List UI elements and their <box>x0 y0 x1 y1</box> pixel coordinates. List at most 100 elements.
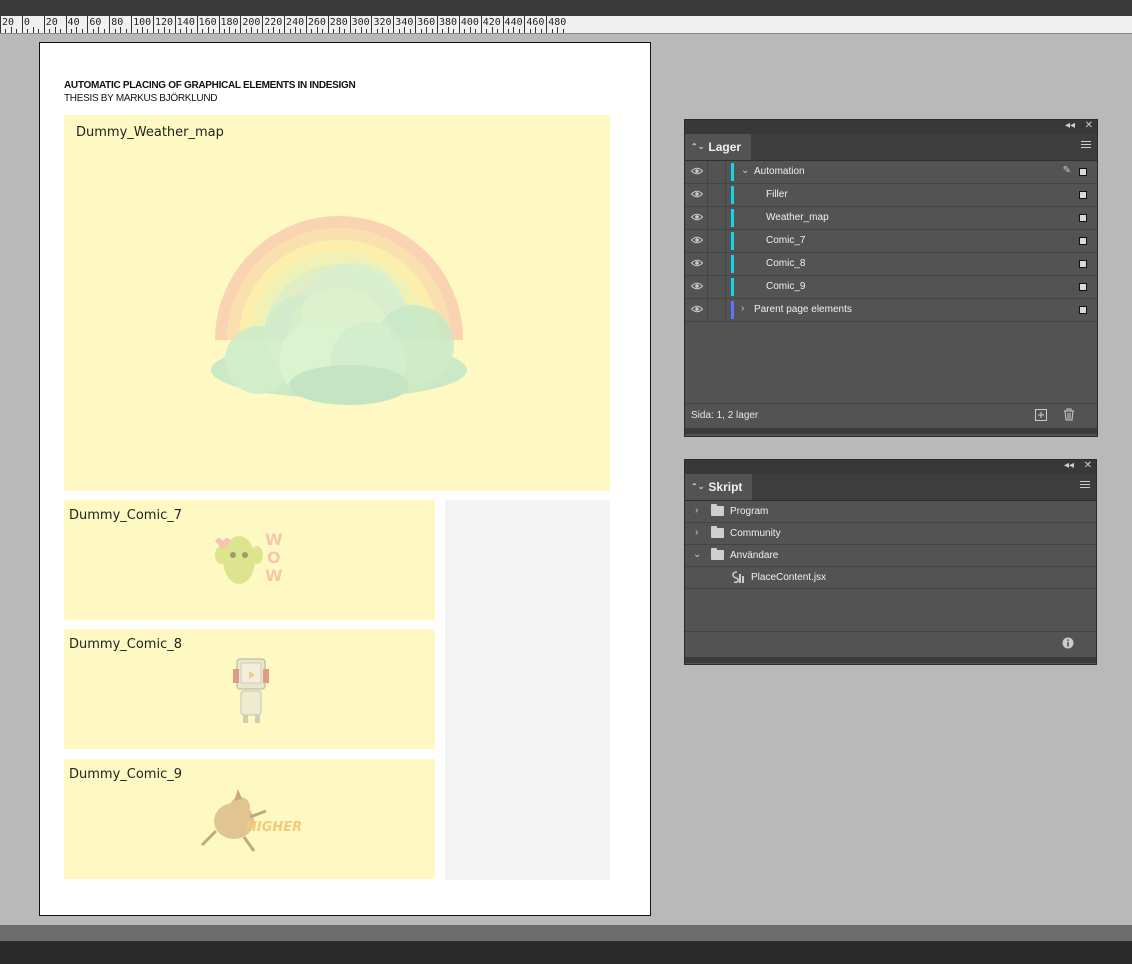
ruler-major-tick <box>502 16 504 33</box>
layer-row[interactable]: Filler <box>685 184 1097 207</box>
expand-arrows-icon: ⌃⌄ <box>691 142 705 151</box>
chevron-right-icon[interactable]: › <box>695 527 698 538</box>
ruler-minor-tick <box>431 29 433 33</box>
ruler-minor-tick <box>540 29 542 33</box>
ruler-minor-tick <box>207 27 209 33</box>
eye-icon[interactable] <box>691 282 703 290</box>
eye-icon[interactable] <box>691 190 703 198</box>
horizontal-scrollbar[interactable] <box>0 925 1132 941</box>
column-divider <box>725 207 726 229</box>
ruler-minor-tick <box>267 29 269 33</box>
ruler-minor-tick <box>382 27 384 33</box>
selection-square-icon[interactable] <box>1079 283 1087 291</box>
panel-titlebar[interactable]: ◂◂ ✕ <box>685 120 1097 134</box>
ruler-minor-tick <box>32 27 34 33</box>
ruler-major-tick <box>0 16 1 33</box>
eye-icon[interactable] <box>691 305 703 313</box>
resize-grip[interactable] <box>685 657 1096 663</box>
horizontal-ruler[interactable]: 20 0 20 40 60 80 100 120 140 160 180 200 220 240 260 28… <box>0 0 1132 34</box>
ruler-minor-tick <box>60 29 62 33</box>
script-folder-program[interactable]: › Program <box>685 501 1096 523</box>
selection-square-icon[interactable] <box>1079 214 1087 222</box>
ruler-minor-tick <box>491 27 493 33</box>
ruler-major-tick <box>262 16 264 33</box>
ruler-major-tick <box>327 16 329 33</box>
ruler-minor-tick <box>409 29 411 33</box>
eye-icon[interactable] <box>691 213 703 221</box>
ruler-label: 80 <box>111 17 124 28</box>
scripts-panel[interactable]: ◂◂ ✕ ⌃⌄ Skript › Program › Community ⌄ A… <box>684 459 1097 665</box>
layer-color-swatch <box>731 186 734 204</box>
ruler-minor-tick <box>322 29 324 33</box>
trash-icon[interactable] <box>1063 408 1075 421</box>
ruler-minor-tick <box>103 29 105 33</box>
document-page[interactable]: AUTOMATIC PLACING OF GRAPHICAL ELEMENTS … <box>39 42 651 916</box>
comic-9-frame[interactable]: Dummy_Comic_9 HIGHER <box>64 759 435 879</box>
panel-titlebar[interactable]: ◂◂ ✕ <box>685 460 1096 474</box>
collapse-icon[interactable]: ◂◂ <box>1065 120 1075 131</box>
column-divider <box>725 253 726 275</box>
ruler-minor-tick <box>387 29 389 33</box>
ruler-minor-tick <box>98 27 100 33</box>
folder-label: Program <box>730 506 769 517</box>
ruler-minor-tick <box>27 29 29 33</box>
layer-row[interactable]: Weather_map <box>685 207 1097 230</box>
layer-name: Comic_8 <box>766 258 806 269</box>
close-icon[interactable]: ✕ <box>1084 460 1092 471</box>
ruler-strip[interactable]: 20 0 20 40 60 80 100 120 140 160 180 200 220 240 260 28… <box>0 16 1132 34</box>
ruler-minor-tick <box>513 27 515 33</box>
layer-row[interactable]: ⌄ Automation ✎ <box>685 161 1097 184</box>
script-file-icon <box>732 571 744 584</box>
panel-menu-icon[interactable] <box>1080 481 1090 491</box>
selection-square-icon[interactable] <box>1079 260 1087 268</box>
layers-panel[interactable]: ◂◂ ✕ ⌃⌄ Lager ⌄ Automation ✎ Filler Weather_… <box>684 119 1098 437</box>
layer-row[interactable]: Comic_8 <box>685 253 1097 276</box>
new-layer-icon[interactable] <box>1035 409 1047 421</box>
ruler-minor-tick <box>278 29 280 33</box>
ruler-minor-tick <box>333 29 335 33</box>
selection-square-icon[interactable] <box>1079 306 1087 314</box>
layers-list: ⌄ Automation ✎ Filler Weather_map Comic_7 Comi… <box>685 161 1097 322</box>
chevron-right-icon[interactable]: › <box>741 303 744 314</box>
expand-arrows-icon: ⌃⌄ <box>691 482 705 491</box>
ruler-minor-tick <box>508 29 509 33</box>
ruler-minor-tick <box>169 29 171 33</box>
ruler-major-tick <box>305 16 307 33</box>
collapse-icon[interactable]: ◂◂ <box>1064 460 1074 471</box>
chevron-down-icon[interactable]: ⌄ <box>741 165 749 176</box>
column-divider <box>725 161 726 183</box>
close-icon[interactable]: ✕ <box>1085 120 1093 131</box>
weather-map-frame[interactable]: Dummy_Weather_map <box>64 115 610 491</box>
selection-square-icon[interactable] <box>1079 168 1087 176</box>
info-icon[interactable] <box>1062 637 1074 649</box>
layer-name: Automation <box>754 166 805 177</box>
column-divider <box>707 161 708 183</box>
jumping-character-graphic: HIGHER <box>200 789 302 852</box>
chevron-right-icon[interactable]: › <box>695 505 698 516</box>
layer-row[interactable]: Comic_7 <box>685 230 1097 253</box>
eye-icon[interactable] <box>691 236 703 244</box>
tab-lager[interactable]: ⌃⌄ Lager <box>685 134 752 160</box>
resize-grip[interactable] <box>685 428 1097 434</box>
eye-icon[interactable] <box>691 167 703 175</box>
tab-skript[interactable]: ⌃⌄ Skript <box>685 474 753 500</box>
chevron-down-icon[interactable]: ⌄ <box>693 549 701 560</box>
filler-frame[interactable] <box>445 500 610 880</box>
script-folder-anvandare[interactable]: ⌄ Användare <box>685 545 1096 567</box>
ruler-minor-tick <box>289 29 291 33</box>
comic-8-frame[interactable]: Dummy_Comic_8 <box>64 629 435 749</box>
layers-status: Sida: 1, 2 lager <box>691 410 759 421</box>
panel-menu-icon[interactable] <box>1081 141 1091 151</box>
selection-square-icon[interactable] <box>1079 191 1087 199</box>
pen-icon: ✎ <box>1062 165 1071 176</box>
ruler-major-tick <box>349 16 351 33</box>
layer-row[interactable]: Comic_9 <box>685 276 1097 299</box>
script-file-placecontent[interactable]: PlaceContent.jsx <box>685 567 1096 589</box>
eye-icon[interactable] <box>691 259 703 267</box>
script-folder-community[interactable]: › Community <box>685 523 1096 545</box>
ruler-major-tick <box>437 16 438 33</box>
ruler-major-tick <box>480 16 482 33</box>
selection-square-icon[interactable] <box>1079 237 1087 245</box>
layer-row[interactable]: › Parent page elements <box>685 299 1097 322</box>
comic-7-frame[interactable]: Dummy_Comic_7 W O W <box>64 500 435 620</box>
